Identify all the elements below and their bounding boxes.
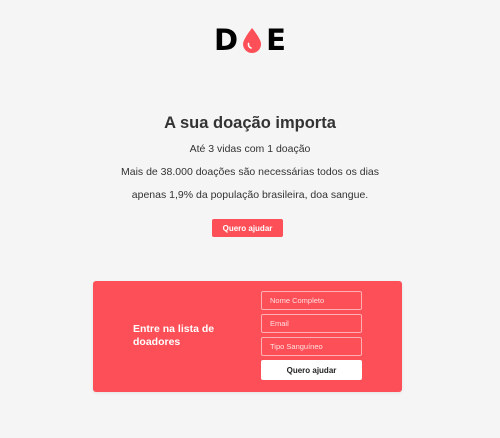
- hero-line-lives: Até 3 vidas com 1 doação: [189, 143, 311, 155]
- hero-stats: Até 3 vidas com 1 doação Mais de 38.000 …: [0, 143, 500, 201]
- email-field[interactable]: [261, 314, 362, 333]
- logo-letter-d: D: [214, 23, 239, 57]
- donor-signup-card: Entre na lista de doadores Quero ajudar: [93, 281, 402, 392]
- signup-form: Quero ajudar: [261, 291, 362, 380]
- hero-line-population: apenas 1,9% da população brasileira, doa…: [131, 189, 369, 201]
- hero-line-daily-donations: Mais de 38.000 doações são necessárias t…: [121, 166, 379, 178]
- hero-cta-button[interactable]: Quero ajudar: [212, 219, 283, 237]
- logo-letter-e: E: [266, 23, 286, 57]
- name-field[interactable]: [261, 291, 362, 310]
- blood-drop-icon: [243, 28, 262, 53]
- hero-section: A sua doação importa Até 3 vidas com 1 d…: [0, 112, 500, 212]
- site-logo: D E: [214, 23, 286, 57]
- hero-title: A sua doação importa: [164, 114, 336, 132]
- signup-submit-button[interactable]: Quero ajudar: [261, 360, 362, 380]
- blood-type-field[interactable]: [261, 337, 362, 356]
- signup-heading: Entre na lista de doadores: [133, 323, 215, 348]
